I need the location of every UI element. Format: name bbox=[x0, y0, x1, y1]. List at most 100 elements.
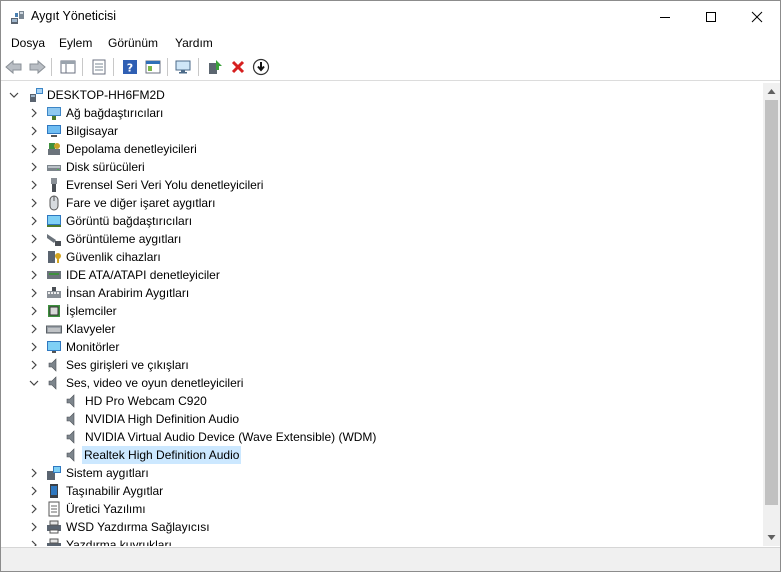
chevron-right-icon[interactable] bbox=[29, 306, 39, 316]
menu-action[interactable]: Eylem bbox=[59, 36, 92, 50]
tree-item-security-devices[interactable]: Güvenlik cihazları bbox=[1, 248, 761, 266]
menu-help[interactable]: Yardım bbox=[175, 36, 213, 50]
computer-root-icon bbox=[30, 88, 43, 102]
chevron-right-icon[interactable] bbox=[29, 144, 39, 154]
printer-icon bbox=[47, 520, 61, 534]
tree-item-label: NVIDIA High Definition Audio bbox=[85, 412, 240, 426]
uninstall-device-button[interactable] bbox=[228, 57, 248, 77]
chevron-right-icon[interactable] bbox=[29, 522, 39, 532]
scan-hardware-button[interactable] bbox=[174, 57, 194, 77]
speaker-icon bbox=[66, 448, 75, 462]
chevron-right-icon[interactable] bbox=[29, 180, 39, 190]
tree-root-label: DESKTOP-HH6FM2D bbox=[47, 88, 165, 102]
chevron-right-icon[interactable] bbox=[29, 162, 39, 172]
chevron-down-icon[interactable] bbox=[29, 378, 39, 388]
chevron-right-icon[interactable] bbox=[29, 216, 39, 226]
chevron-right-icon[interactable] bbox=[29, 324, 39, 334]
security-device-icon bbox=[48, 251, 61, 263]
help-button[interactable]: ? bbox=[120, 57, 140, 77]
minimize-button[interactable] bbox=[642, 1, 688, 32]
show-hide-console-tree-button[interactable] bbox=[58, 57, 78, 77]
maximize-button[interactable] bbox=[688, 1, 734, 32]
tree-item-nvidia-hd-audio[interactable]: NVIDIA High Definition Audio bbox=[1, 410, 761, 428]
forward-button[interactable] bbox=[27, 57, 47, 77]
menu-file[interactable]: Dosya bbox=[11, 36, 45, 50]
tree-item-mice[interactable]: Fare ve diğer işaret aygıtları bbox=[1, 194, 761, 212]
usb-icon bbox=[51, 178, 57, 192]
console-tree-icon bbox=[60, 60, 76, 74]
hid-icon bbox=[47, 287, 61, 298]
menu-view[interactable]: Görünüm bbox=[108, 36, 158, 50]
tree-item-print-queues[interactable]: Yazdırma kuyrukları bbox=[1, 536, 761, 546]
chevron-right-icon[interactable] bbox=[29, 540, 39, 546]
close-button[interactable] bbox=[734, 1, 780, 32]
tree-item-realtek-hd-audio[interactable]: Realtek High Definition Audio bbox=[1, 446, 761, 464]
tree-item-nvidia-virtual-audio[interactable]: NVIDIA Virtual Audio Device (Wave Extens… bbox=[1, 428, 761, 446]
scroll-up-arrow-icon[interactable] bbox=[767, 88, 776, 95]
tree-item-label: Ağ bağdaştırıcıları bbox=[66, 106, 164, 120]
chevron-right-icon[interactable] bbox=[29, 342, 39, 352]
tree-item-keyboards[interactable]: Klavyeler bbox=[1, 320, 761, 338]
properties-button[interactable] bbox=[89, 57, 109, 77]
chevron-right-icon[interactable] bbox=[29, 288, 39, 298]
window-view-icon bbox=[145, 60, 161, 74]
tree-item-monitors[interactable]: Monitörler bbox=[1, 338, 761, 356]
vertical-scrollbar[interactable] bbox=[763, 83, 780, 546]
enable-device-button[interactable] bbox=[251, 57, 271, 77]
tree-item-label: Ses, video ve oyun denetleyicileri bbox=[66, 376, 244, 390]
tree-item-display-adapters[interactable]: Görüntü bağdaştırıcıları bbox=[1, 212, 761, 230]
speaker-icon bbox=[48, 376, 57, 390]
monitor-scan-icon bbox=[175, 60, 191, 74]
chevron-right-icon[interactable] bbox=[29, 234, 39, 244]
tree-root[interactable]: DESKTOP-HH6FM2D bbox=[1, 86, 761, 104]
tree-item-disk-drives[interactable]: Disk sürücüleri bbox=[1, 158, 761, 176]
tree-item-label: Klavyeler bbox=[66, 322, 116, 336]
network-adapter-icon bbox=[47, 107, 61, 120]
tree-item-processors[interactable]: İşlemciler bbox=[1, 302, 761, 320]
chevron-down-icon[interactable] bbox=[9, 90, 19, 100]
computer-icon bbox=[47, 125, 61, 137]
toolbar-separator bbox=[113, 58, 114, 76]
chevron-right-icon[interactable] bbox=[29, 108, 39, 118]
tree-item-network-adapters[interactable]: Ağ bağdaştırıcıları bbox=[1, 104, 761, 122]
tree-item-computer[interactable]: Bilgisayar bbox=[1, 122, 761, 140]
speaker-icon bbox=[66, 394, 75, 408]
chevron-right-icon[interactable] bbox=[29, 468, 39, 478]
chevron-right-icon[interactable] bbox=[29, 126, 39, 136]
device-manager-window: Aygıt Yöneticisi Dosya Eylem Görünüm Yar… bbox=[0, 0, 781, 572]
tree-item-sound-video-game-controllers[interactable]: Ses, video ve oyun denetleyicileri bbox=[1, 374, 761, 392]
back-button[interactable] bbox=[4, 57, 24, 77]
tree-item-system-devices[interactable]: Sistem aygıtları bbox=[1, 464, 761, 482]
display-adapter-icon bbox=[47, 215, 61, 227]
tree-item-label: Taşınabilir Aygıtlar bbox=[66, 484, 164, 498]
update-driver-button[interactable] bbox=[205, 57, 225, 77]
tree-item-hd-pro-webcam[interactable]: HD Pro Webcam C920 bbox=[1, 392, 761, 410]
chevron-right-icon[interactable] bbox=[29, 504, 39, 514]
toolbar-separator bbox=[198, 58, 199, 76]
chevron-right-icon[interactable] bbox=[29, 270, 39, 280]
keyboard-icon bbox=[46, 325, 62, 334]
chevron-right-icon[interactable] bbox=[29, 360, 39, 370]
scrollbar-thumb[interactable] bbox=[765, 100, 778, 505]
view-resources-button[interactable] bbox=[143, 57, 163, 77]
tree-item-ide-controllers[interactable]: IDE ATA/ATAPI denetleyiciler bbox=[1, 266, 761, 284]
tree-item-hid[interactable]: İnsan Arabirim Aygıtları bbox=[1, 284, 761, 302]
scroll-down-arrow-icon[interactable] bbox=[767, 534, 776, 541]
device-tree: DESKTOP-HH6FM2D Ağ bağdaştırıcıları Bilg… bbox=[1, 83, 763, 546]
tree-item-portable-devices[interactable]: Taşınabilir Aygıtlar bbox=[1, 482, 761, 500]
chevron-right-icon[interactable] bbox=[29, 486, 39, 496]
tree-item-imaging-devices[interactable]: Görüntüleme aygıtları bbox=[1, 230, 761, 248]
tree-item-wsd-print-provider[interactable]: WSD Yazdırma Sağlayıcısı bbox=[1, 518, 761, 536]
mouse-icon bbox=[49, 195, 59, 211]
title-bar[interactable]: Aygıt Yöneticisi bbox=[1, 1, 780, 32]
tree-item-usb-controllers[interactable]: Evrensel Seri Veri Yolu denetleyicileri bbox=[1, 176, 761, 194]
tree-item-label: Fare ve diğer işaret aygıtları bbox=[66, 196, 216, 210]
delete-x-icon bbox=[231, 60, 245, 74]
chevron-right-icon[interactable] bbox=[29, 252, 39, 262]
tree-item-audio-inputs-outputs[interactable]: Ses girişleri ve çıkışları bbox=[1, 356, 761, 374]
tree-item-storage-controllers[interactable]: Depolama denetleyicileri bbox=[1, 140, 761, 158]
tree-item-label: Evrensel Seri Veri Yolu denetleyicileri bbox=[66, 178, 264, 192]
tree-item-firmware[interactable]: Üretici Yazılımı bbox=[1, 500, 761, 518]
chevron-right-icon[interactable] bbox=[29, 198, 39, 208]
speaker-icon bbox=[66, 412, 75, 426]
